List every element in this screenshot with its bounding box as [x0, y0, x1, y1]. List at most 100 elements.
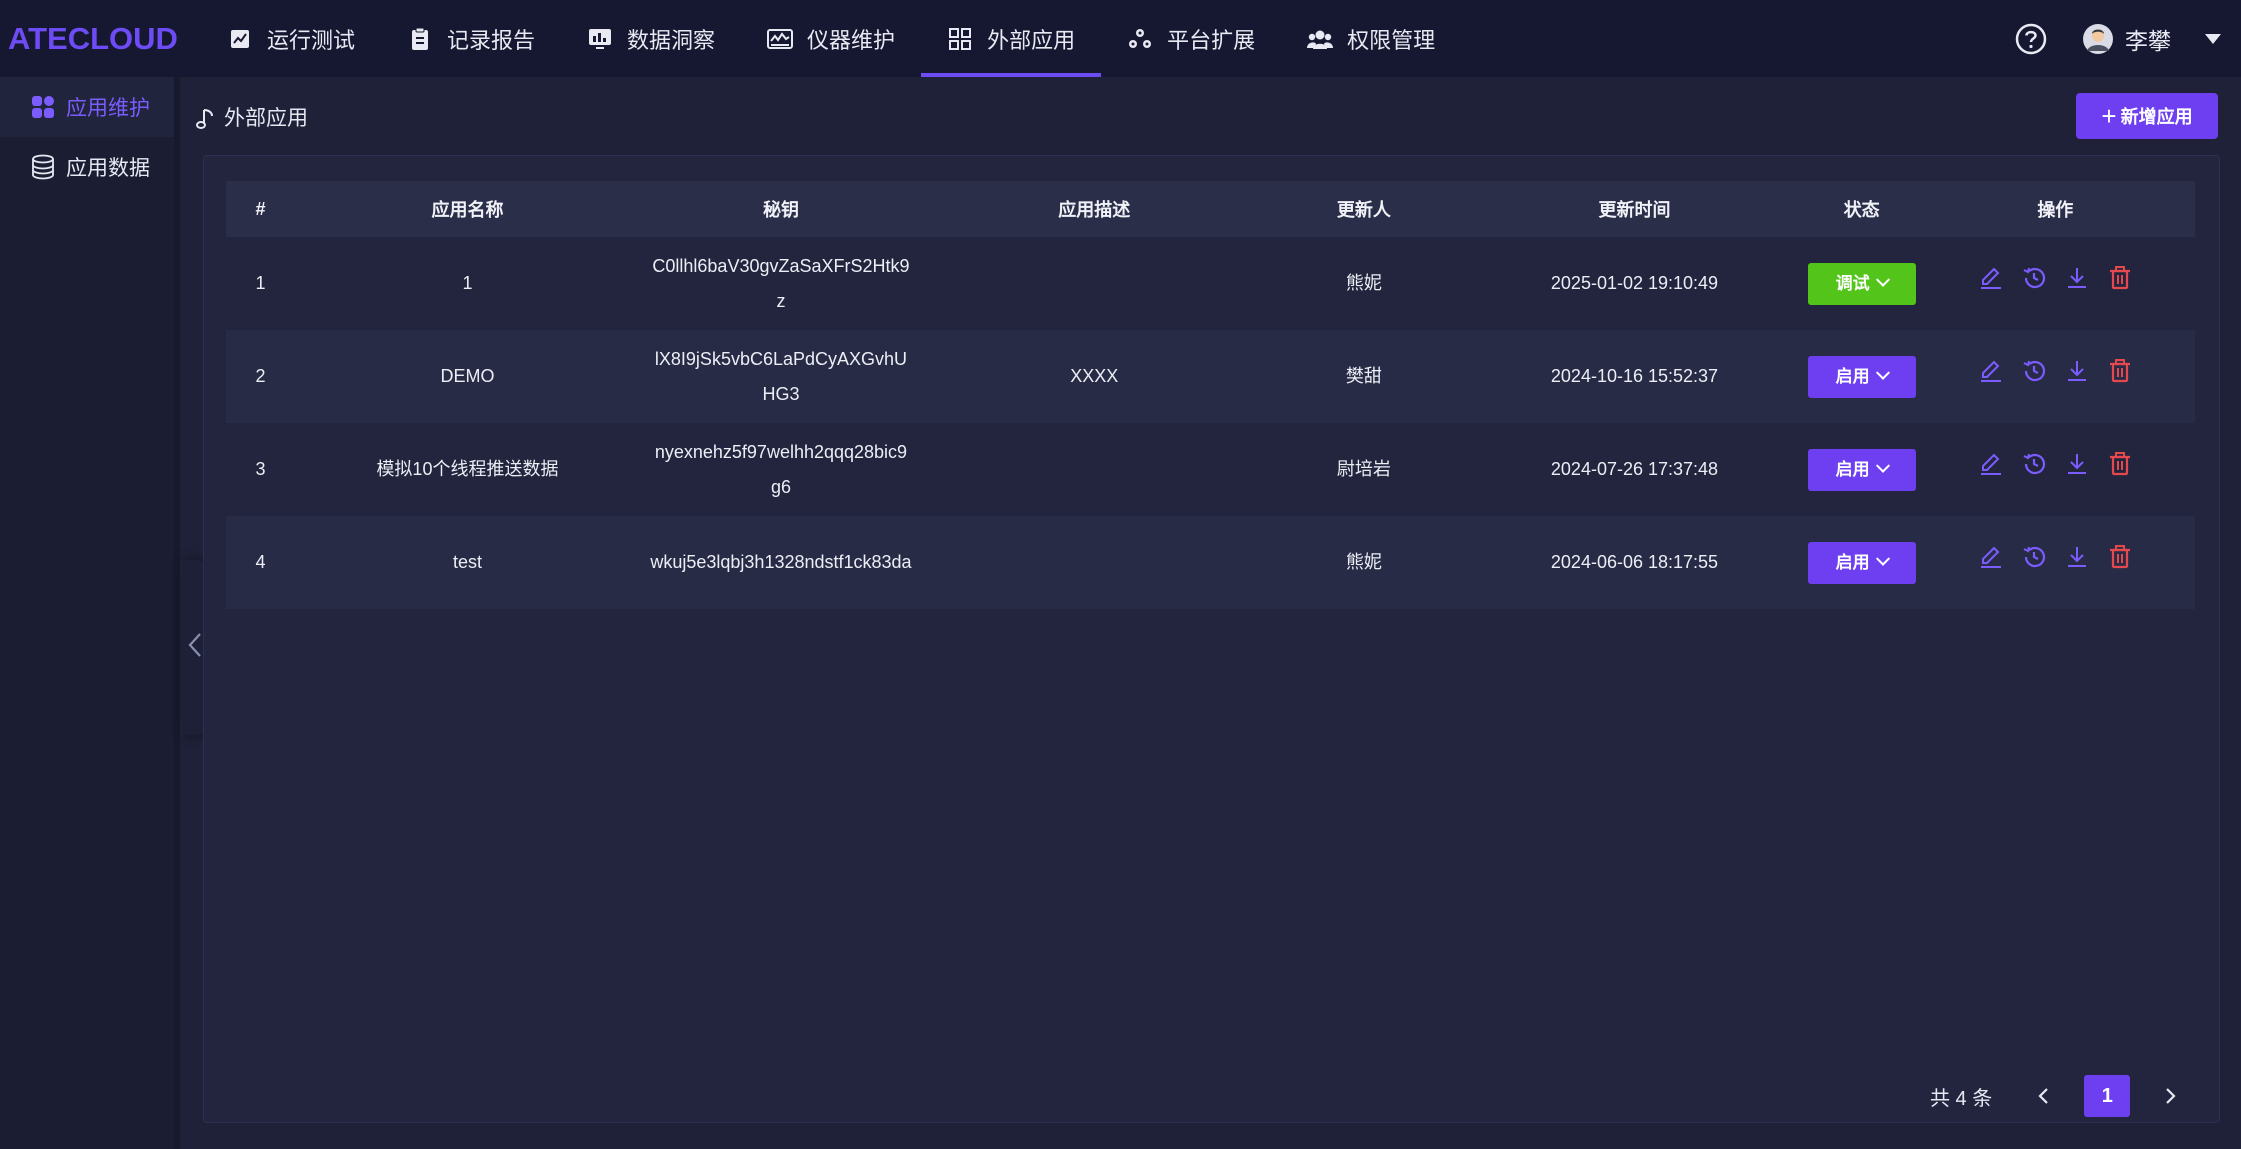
status-dropdown[interactable]: 调试: [1807, 262, 1916, 305]
col-header-time: 更新时间: [1598, 200, 1671, 220]
cell-actions: [1916, 330, 2195, 423]
col-header-status: 状态: [1843, 200, 1880, 220]
cell-time: 2024-10-16 15:52:37: [1550, 366, 1719, 386]
delete-icon[interactable]: [2107, 451, 2133, 477]
chevron-down-icon: [1875, 272, 1890, 287]
edit-icon[interactable]: [1978, 265, 2004, 291]
cell-name: 模拟10个线程推送数据: [376, 459, 559, 479]
cell-index: 3: [255, 459, 266, 479]
cell-desc: [922, 516, 1267, 609]
status-dropdown[interactable]: 启用: [1807, 448, 1916, 491]
nav-label: 数据洞察: [627, 27, 716, 53]
chevron-down-icon[interactable]: [2205, 33, 2221, 44]
cell-actions: [1916, 237, 2195, 330]
edit-icon[interactable]: [1978, 544, 2004, 570]
cell-index: 1: [255, 273, 266, 293]
cell-index: 2: [255, 366, 266, 386]
delete-icon[interactable]: [2107, 544, 2133, 570]
database-icon: [30, 154, 56, 180]
table-row: 4 test wkuj5e3lqbj3h1328ndstf1ck83da 熊妮 …: [226, 516, 2195, 609]
cell-actions: [1916, 423, 2195, 516]
cell-desc: [922, 423, 1267, 516]
cell-desc: XXXX: [1070, 366, 1119, 386]
status-dropdown[interactable]: 启用: [1807, 355, 1916, 398]
chevron-left-icon: [188, 632, 202, 663]
secret-text: nyexnehz5f97welhh2qqq28bic9g6: [654, 441, 908, 497]
apps-icon: [30, 94, 56, 120]
users-icon: [1307, 26, 1334, 52]
help-icon[interactable]: [2015, 23, 2047, 55]
col-header-secret: 秘钥: [762, 200, 799, 220]
sidebar-item-app-maintenance[interactable]: 应用维护: [0, 77, 174, 137]
pagination: 共 4 条 1: [1930, 1075, 2186, 1117]
nav-item-platform-extension[interactable]: 平台扩展: [1101, 0, 1281, 77]
status-label: 启用: [1835, 367, 1870, 386]
nav-item-record-report[interactable]: 记录报告: [381, 0, 561, 77]
nav-label: 仪器维护: [807, 27, 896, 53]
history-icon[interactable]: [2021, 451, 2047, 477]
nav-item-data-insight[interactable]: 数据洞察: [561, 0, 741, 77]
grid-icon: [947, 26, 973, 52]
sidebar-item-label: 应用数据: [66, 157, 150, 180]
table-row: 2 DEMO lX8I9jSk5vbC6LaPdCyAXGvhUHG3 XXXX…: [226, 330, 2195, 423]
nav-item-permission-management[interactable]: 权限管理: [1281, 0, 1461, 77]
history-icon[interactable]: [2021, 265, 2047, 291]
pagination-total: 共 4 条: [1930, 1087, 1993, 1110]
app-logo[interactable]: ATECLOUD: [8, 21, 201, 57]
status-label: 启用: [1835, 460, 1870, 479]
top-navbar: ATECLOUD 运行测试 记录报告 数据洞察 仪器维护 外部应用 平台扩展 权…: [0, 0, 2241, 77]
nav-label: 平台扩展: [1167, 27, 1256, 53]
history-icon[interactable]: [2021, 544, 2047, 570]
user-name[interactable]: 李攀: [2125, 22, 2171, 56]
edit-icon[interactable]: [1978, 358, 2004, 384]
cell-status: 启用: [1807, 516, 1916, 609]
cell-time: 2025-01-02 19:10:49: [1550, 273, 1719, 293]
secret-text: C0llhl6baV30gvZaSaXFrS2Htk9z: [652, 255, 910, 311]
nav-label: 外部应用: [987, 27, 1076, 53]
table-panel: # 应用名称 秘钥 应用描述 更新人 更新时间 状态 操作 1 1 C0llhl…: [203, 155, 2220, 1123]
download-icon[interactable]: [2064, 451, 2090, 477]
cell-updater: 熊妮: [1345, 273, 1382, 293]
line-chart-icon: [227, 26, 253, 52]
cell-name: 1: [462, 273, 473, 293]
status-label: 启用: [1835, 553, 1870, 572]
history-icon[interactable]: [2021, 358, 2047, 384]
status-label: 调试: [1835, 274, 1870, 293]
download-icon[interactable]: [2064, 265, 2090, 291]
cell-secret: C0llhl6baV30gvZaSaXFrS2Htk9z: [640, 237, 922, 330]
clipboard-icon: [407, 26, 433, 52]
cell-secret: lX8I9jSk5vbC6LaPdCyAXGvhUHG3: [640, 330, 922, 423]
plus-icon: +: [2101, 101, 2117, 131]
secret-text: lX8I9jSk5vbC6LaPdCyAXGvhUHG3: [654, 348, 908, 404]
add-app-label: 新增应用: [2120, 107, 2193, 127]
edit-icon[interactable]: [1978, 451, 2004, 477]
avatar[interactable]: [2083, 23, 2113, 54]
main-nav: 运行测试 记录报告 数据洞察 仪器维护 外部应用 平台扩展 权限管理: [201, 0, 1461, 77]
download-icon[interactable]: [2064, 544, 2090, 570]
cell-status: 启用: [1807, 330, 1916, 423]
next-page-icon[interactable]: [2156, 1081, 2186, 1111]
status-dropdown[interactable]: 启用: [1807, 541, 1916, 584]
download-icon[interactable]: [2064, 358, 2090, 384]
delete-icon[interactable]: [2107, 265, 2133, 291]
cell-time: 2024-06-06 18:17:55: [1550, 552, 1719, 572]
secret-text: wkuj5e3lqbj3h1328ndstf1ck83da: [650, 552, 912, 572]
nav-item-instrument-maintenance[interactable]: 仪器维护: [741, 0, 921, 77]
nav-item-external-apps[interactable]: 外部应用: [921, 0, 1102, 77]
delete-icon[interactable]: [2107, 358, 2133, 384]
cell-updater: 尉培岩: [1336, 459, 1391, 479]
apps-table: # 应用名称 秘钥 应用描述 更新人 更新时间 状态 操作 1 1 C0llhl…: [226, 181, 2195, 609]
col-header-updater: 更新人: [1336, 200, 1391, 220]
nav-label: 权限管理: [1347, 27, 1436, 53]
nav-item-run-test[interactable]: 运行测试: [201, 0, 381, 77]
chevron-down-icon: [1875, 458, 1890, 473]
col-header-desc: 应用描述: [1058, 200, 1131, 220]
sidebar-item-app-data[interactable]: 应用数据: [0, 137, 174, 197]
page-number-button[interactable]: 1: [2084, 1075, 2131, 1117]
cell-index: 4: [255, 552, 266, 572]
cell-updater: 樊甜: [1345, 366, 1382, 386]
prev-page-icon[interactable]: [2028, 1081, 2058, 1111]
cell-status: 调试: [1807, 237, 1916, 330]
add-app-button[interactable]: + 新增应用: [2076, 93, 2218, 139]
chevron-down-icon: [1875, 551, 1890, 566]
